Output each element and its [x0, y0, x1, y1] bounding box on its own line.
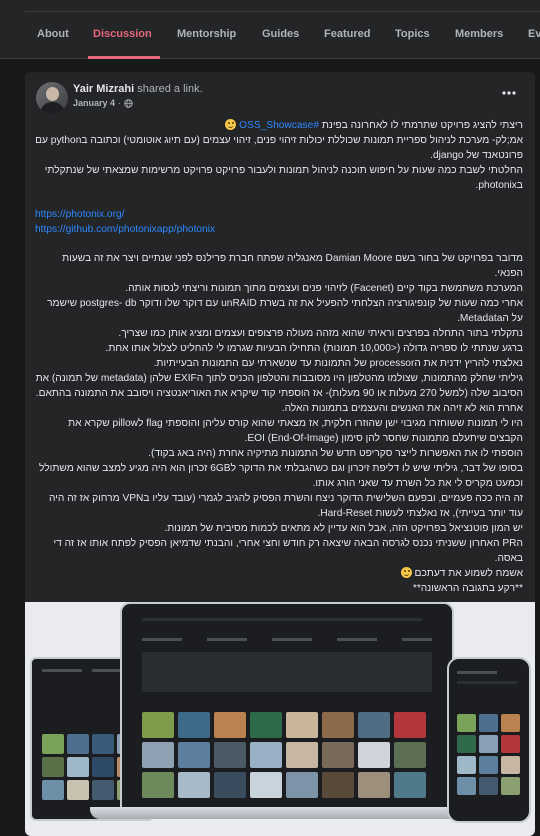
- post-line-tldr: אמ;לק- מערכת לניהול ספריית תמונות שכוללת…: [35, 135, 523, 161]
- post-line: ברגע שנתתי לו ספריה גדולה (<10,000 תמונו…: [105, 343, 524, 354]
- post-line: אחרי כמה שעות של קונפיגורציה הצלחתי להפע…: [47, 298, 523, 324]
- post-line: יש המון פוטנציאל בפרויקט הזה, אבל הוא עד…: [164, 523, 523, 534]
- tab-events[interactable]: Ev: [528, 28, 540, 40]
- post-line: זה היה ככה פעמיים, ובפעם השלישית הדוקר נ…: [49, 493, 523, 519]
- post-line: נאלצתי להריץ ידנית את הprocessor של התמו…: [153, 358, 523, 369]
- post-card: Yair Mizrahi shared a link. January 4 · …: [25, 72, 535, 836]
- post-action: shared a link.: [137, 83, 203, 95]
- meta-separator: ·: [118, 98, 122, 108]
- post-header: Yair Mizrahi shared a link.: [73, 83, 203, 95]
- laptop-mockup: [120, 602, 454, 811]
- top-strip: [0, 0, 540, 12]
- tab-guides[interactable]: Guides: [262, 28, 299, 40]
- post-date[interactable]: January 4: [73, 98, 115, 108]
- tab-featured[interactable]: Featured: [324, 28, 370, 40]
- tab-about[interactable]: About: [37, 28, 69, 40]
- previous-card-edge: [25, 0, 540, 12]
- post-line: בסופו של דבר, גיליתי שיש לו דליפת זיכרון…: [38, 463, 523, 489]
- smile-emoji-icon: [225, 119, 237, 130]
- smile-emoji-icon: [400, 567, 412, 578]
- hashtag-link[interactable]: #OSS_Showcase: [239, 120, 319, 131]
- phone-mockup: [447, 657, 531, 823]
- tab-discussion[interactable]: Discussion: [93, 28, 152, 40]
- post-meta: January 4 ·: [73, 98, 133, 108]
- post-body: ריצתי להציג פרויקט שתרמתי לו לאחרונה בפי…: [35, 118, 523, 596]
- author-name[interactable]: Yair Mizrahi: [73, 83, 134, 95]
- post-line: המערכת משתמשת בקוד קיים (Facenet) לזיהוי…: [125, 283, 523, 294]
- post-line: גיליתי שחלק מהתמונות, שצולמו מהטלפון היו…: [35, 373, 523, 399]
- post-line: הוספתי לו את האפשרות לייצר סקריפט חדש של…: [148, 448, 523, 459]
- post-line-background: **רקע בתגובה הראשונה**: [412, 583, 523, 594]
- group-tabs-bar: About Discussion Mentorship Guides Featu…: [0, 12, 540, 59]
- post-line: אחרת הוא לא זיהה את האנשים והעצמים בתמונ…: [281, 403, 523, 414]
- more-icon[interactable]: [499, 86, 519, 100]
- active-tab-indicator: [88, 56, 160, 59]
- post-line: נתקלתי בתור התחלה בפרצים וראיתי שהוא מזה…: [118, 328, 523, 339]
- post-line-feedback: אשמח לשמוע את דעתכם: [35, 566, 523, 581]
- photonix-site-link[interactable]: https://photonix.org/: [35, 207, 523, 222]
- tab-mentorship[interactable]: Mentorship: [177, 28, 236, 40]
- laptop-base: [90, 807, 480, 819]
- tab-members[interactable]: Members: [455, 28, 503, 40]
- globe-icon: [124, 98, 133, 108]
- post-line: הPR האחרון ששניתי נכנס לגרסה הבאה שיצאה …: [53, 538, 523, 564]
- post-line-search: החלטתי לשבת כמה שעות על חיפוש תוכנה לניה…: [44, 165, 523, 191]
- post-line-intro: ריצתי להציג פרויקט שתרמתי לו לאחרונה בפי…: [35, 118, 523, 133]
- avatar[interactable]: [36, 82, 68, 114]
- tab-topics[interactable]: Topics: [395, 28, 430, 40]
- photonix-github-link[interactable]: https://github.com/photonixapp/photonix: [35, 222, 523, 237]
- post-line: מדובר בפרויקט של בחור בשם Damian Moore מ…: [62, 253, 523, 279]
- post-line: היו לי תמונות ששוחזרו מגיבוי ישן שהוזרו …: [68, 418, 523, 444]
- link-preview-image[interactable]: [25, 602, 535, 836]
